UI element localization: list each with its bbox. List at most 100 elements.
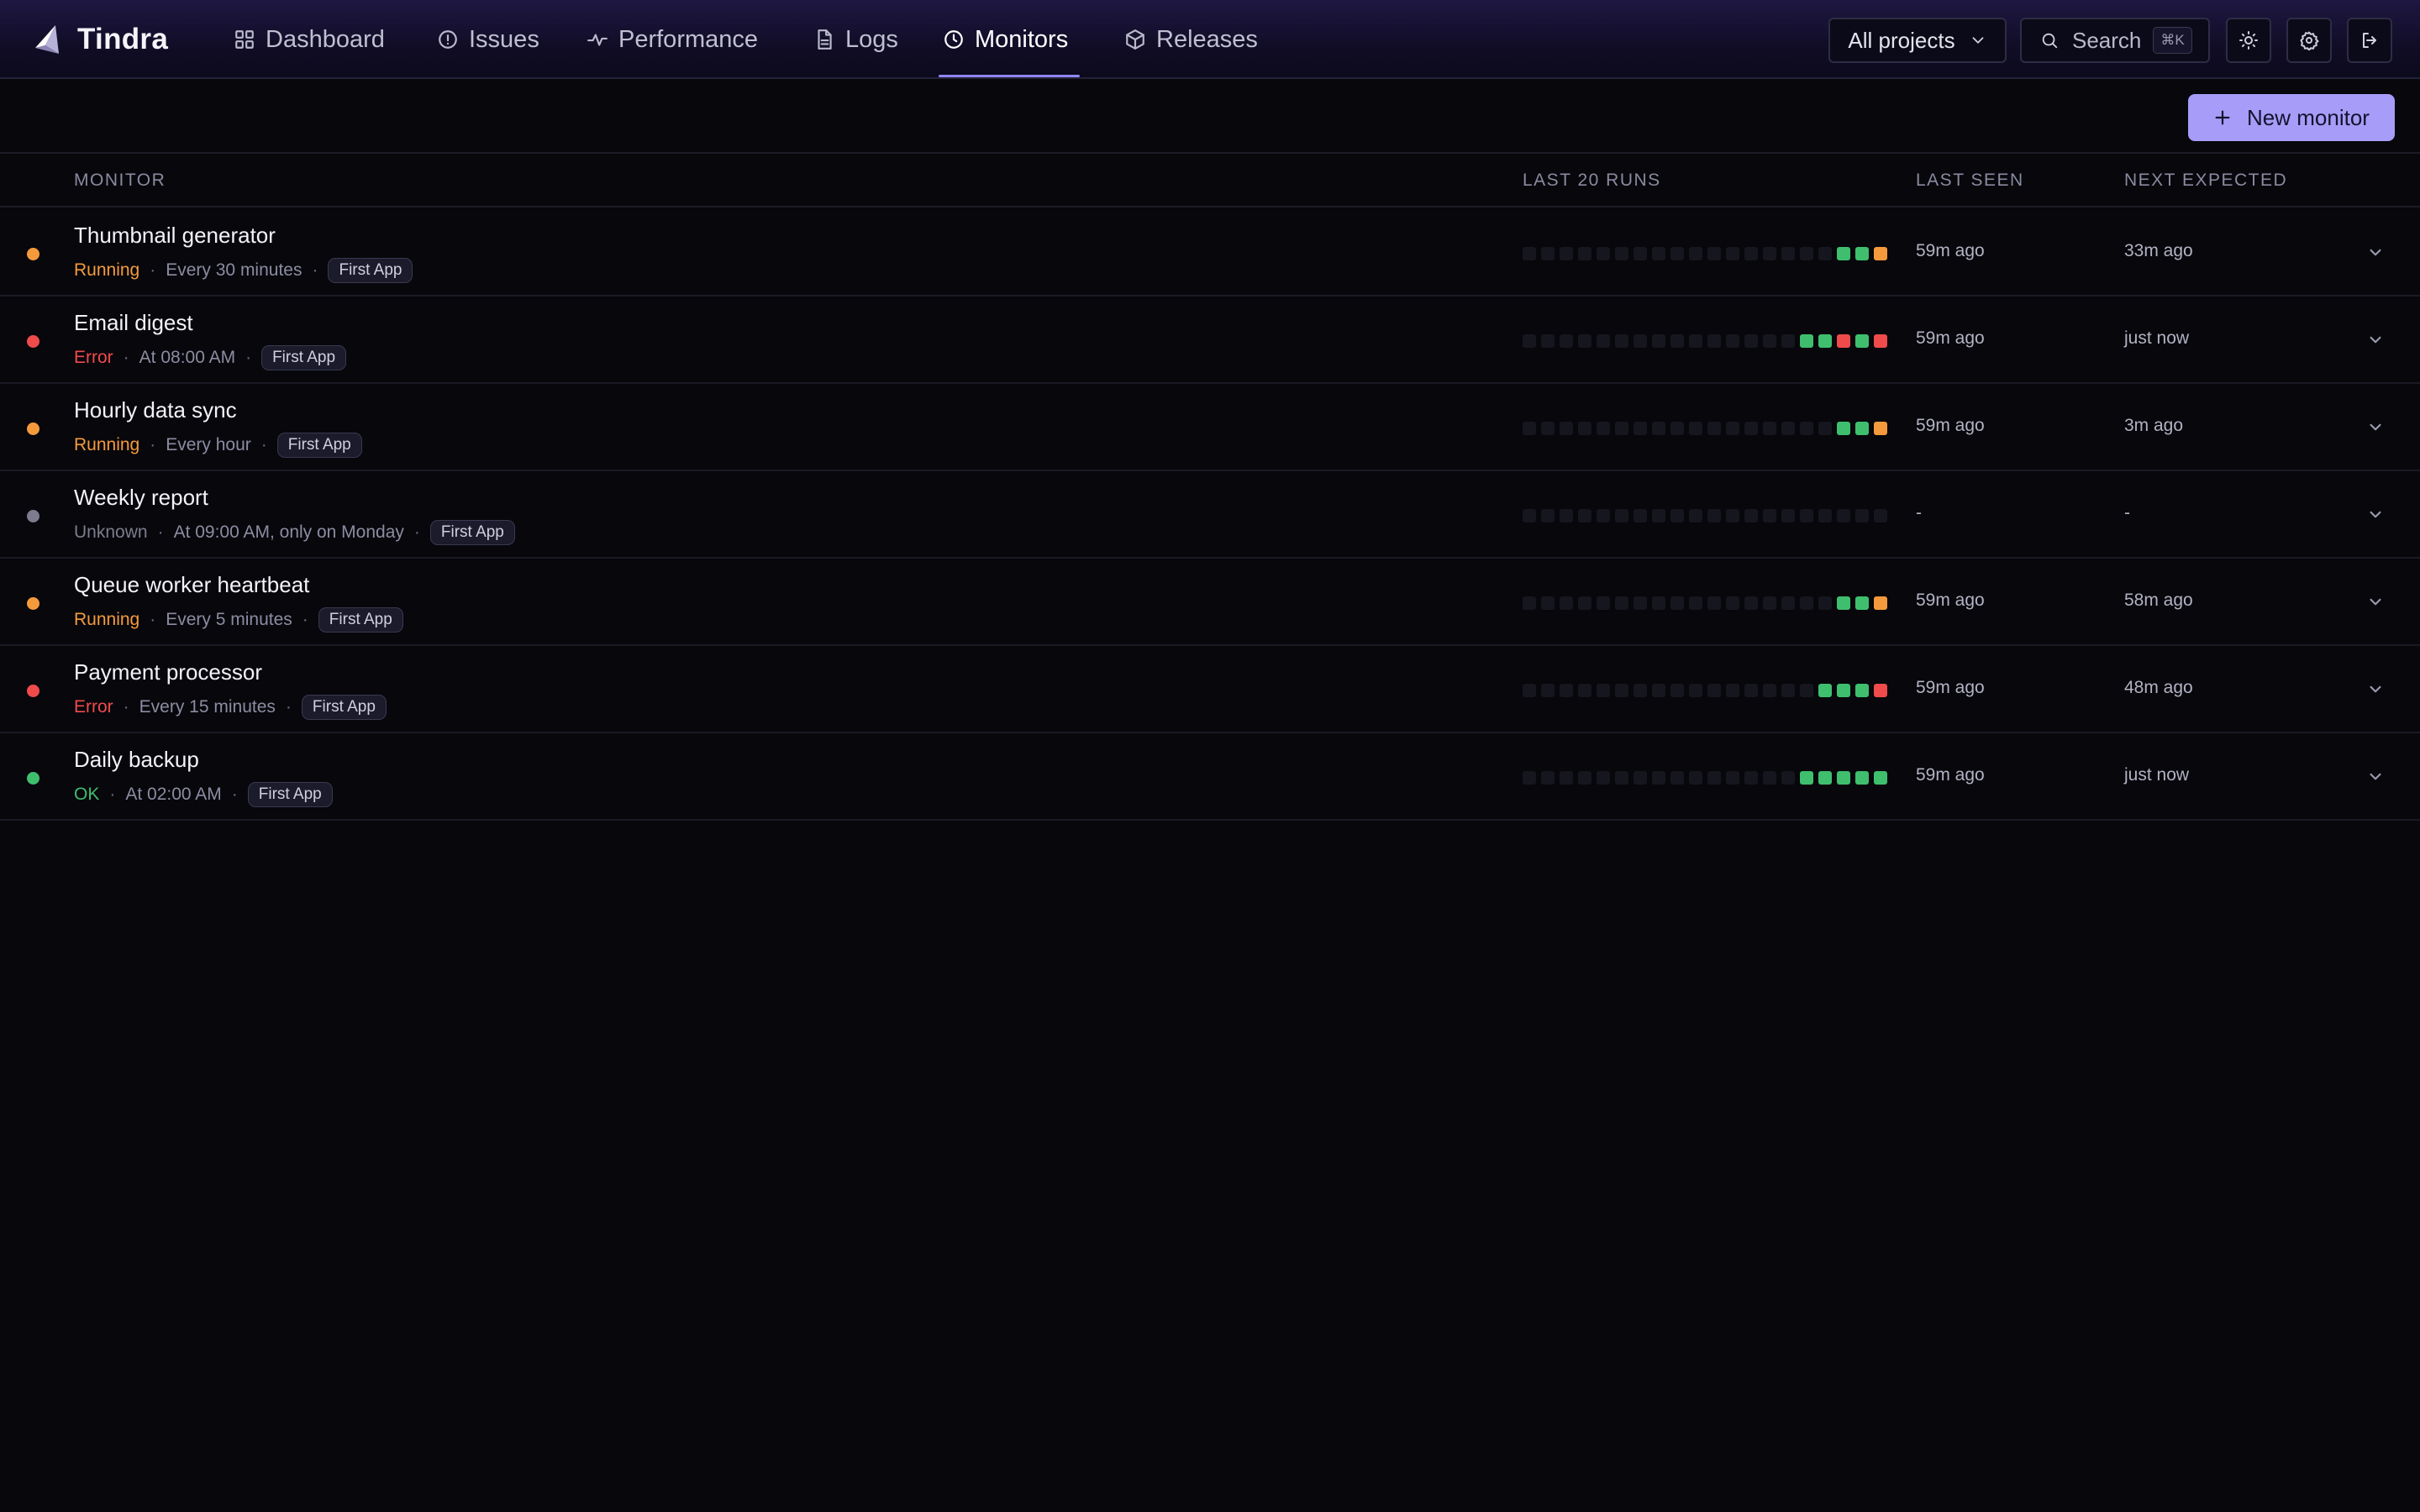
tab-logs[interactable]: Logs (813, 0, 898, 79)
settings-button[interactable] (2286, 18, 2332, 63)
project-select[interactable]: All projects (1828, 18, 2007, 63)
run-ok (1818, 334, 1832, 348)
run-empty (1781, 422, 1795, 435)
run-empty (1818, 247, 1832, 260)
monitor-status: Error (74, 697, 113, 717)
run-empty (1541, 771, 1555, 785)
run-empty (1560, 247, 1573, 260)
run-empty (1541, 334, 1555, 348)
project-badge[interactable]: First App (328, 258, 413, 283)
monitor-row[interactable]: Thumbnail generator Running · Every 30 m… (0, 209, 2420, 297)
run-empty (1744, 509, 1758, 522)
last-runs-strip (1523, 596, 1887, 610)
monitor-schedule: Every 15 minutes (139, 697, 276, 717)
file-text-icon (818, 29, 832, 50)
monitor-row[interactable]: Hourly data sync Running · Every hour · … (0, 384, 2420, 471)
run-empty (1670, 596, 1684, 610)
expand-row-button[interactable] (2365, 678, 2386, 700)
run-empty (1634, 684, 1647, 697)
expand-row-button[interactable] (2365, 328, 2386, 350)
next-expected: just now (2124, 328, 2190, 348)
monitor-name[interactable]: Email digest (74, 310, 193, 336)
tab-label: Performance (618, 25, 759, 53)
monitor-name[interactable]: Thumbnail generator (74, 223, 276, 249)
run-empty (1523, 684, 1536, 697)
run-running (1874, 247, 1887, 260)
tab-performance[interactable]: Performance (587, 0, 758, 79)
run-ok (1855, 596, 1869, 610)
status-dot (27, 685, 39, 697)
search-shortcut: ⌘K (2153, 27, 2192, 54)
project-badge[interactable]: First App (261, 345, 347, 370)
run-empty (1541, 509, 1555, 522)
run-empty (1541, 684, 1555, 697)
tab-monitors[interactable]: Monitors (943, 0, 1068, 79)
meta-separator: · (312, 260, 318, 280)
project-badge[interactable]: First App (276, 433, 362, 458)
run-empty (1615, 247, 1628, 260)
run-empty (1800, 684, 1813, 697)
expand-row-button[interactable] (2365, 503, 2386, 525)
last-runs-strip (1523, 247, 1887, 260)
run-error (1837, 334, 1850, 348)
meta-separator: · (150, 260, 156, 280)
chevron-down-icon (2370, 598, 2381, 606)
monitor-name[interactable]: Queue worker heartbeat (74, 572, 309, 598)
run-ok (1855, 422, 1869, 435)
project-badge[interactable]: First App (301, 695, 387, 720)
expand-row-button[interactable] (2365, 591, 2386, 612)
column-header-last-seen: LAST SEEN (1916, 171, 2024, 190)
next-expected: just now (2124, 765, 2190, 785)
run-empty (1689, 334, 1702, 348)
run-empty (1781, 334, 1795, 348)
monitor-row[interactable]: Weekly report Unknown · At 09:00 AM, onl… (0, 471, 2420, 559)
run-empty (1763, 509, 1776, 522)
run-ok (1837, 247, 1850, 260)
monitor-row[interactable]: Queue worker heartbeat Running · Every 5… (0, 559, 2420, 646)
tindra-logo-icon (35, 25, 59, 54)
search-button[interactable]: Search ⌘K (2020, 18, 2210, 63)
run-empty (1707, 247, 1721, 260)
theme-toggle-button[interactable] (2226, 18, 2271, 63)
run-empty (1707, 684, 1721, 697)
monitor-row[interactable]: Daily backup OK · At 02:00 AM · First Ap… (0, 733, 2420, 821)
monitor-name[interactable]: Payment processor (74, 659, 262, 685)
run-empty (1615, 596, 1628, 610)
run-empty (1597, 247, 1610, 260)
meta-separator: · (109, 785, 116, 804)
run-empty (1597, 334, 1610, 348)
brand[interactable]: Tindra (30, 18, 168, 60)
expand-row-button[interactable] (2365, 241, 2386, 263)
monitor-name[interactable]: Daily backup (74, 747, 199, 773)
tab-releases[interactable]: Releases (1124, 0, 1258, 79)
active-tab-indicator (939, 75, 1080, 77)
run-empty (1560, 771, 1573, 785)
run-empty (1634, 596, 1647, 610)
monitor-row[interactable]: Email digest Error · At 08:00 AM · First… (0, 297, 2420, 384)
monitor-name[interactable]: Weekly report (74, 485, 208, 511)
last-runs-strip (1523, 422, 1887, 435)
monitor-name[interactable]: Hourly data sync (74, 397, 237, 423)
monitor-meta: Error · Every 15 minutes · First App (74, 695, 387, 720)
run-empty (1800, 596, 1813, 610)
monitor-row[interactable]: Payment processor Error · Every 15 minut… (0, 646, 2420, 733)
new-monitor-button[interactable]: New monitor (2188, 94, 2395, 141)
next-expected: 3m ago (2124, 416, 2184, 435)
logout-button[interactable] (2347, 18, 2392, 63)
project-badge[interactable]: First App (247, 782, 333, 807)
activity-icon (587, 34, 608, 46)
run-empty (1781, 771, 1795, 785)
expand-row-button[interactable] (2365, 416, 2386, 438)
run-ok (1818, 684, 1832, 697)
project-badge[interactable]: First App (429, 520, 515, 545)
tab-issues[interactable]: Issues (437, 0, 539, 79)
run-empty (1578, 509, 1591, 522)
tab-dashboard[interactable]: Dashboard (234, 0, 385, 79)
expand-row-button[interactable] (2365, 765, 2386, 787)
chevron-down-icon (1972, 37, 1983, 44)
run-empty (1670, 334, 1684, 348)
meta-separator: · (123, 697, 129, 717)
project-badge[interactable]: First App (318, 607, 403, 633)
chevron-down-icon (2370, 511, 2381, 518)
run-empty (1578, 684, 1591, 697)
